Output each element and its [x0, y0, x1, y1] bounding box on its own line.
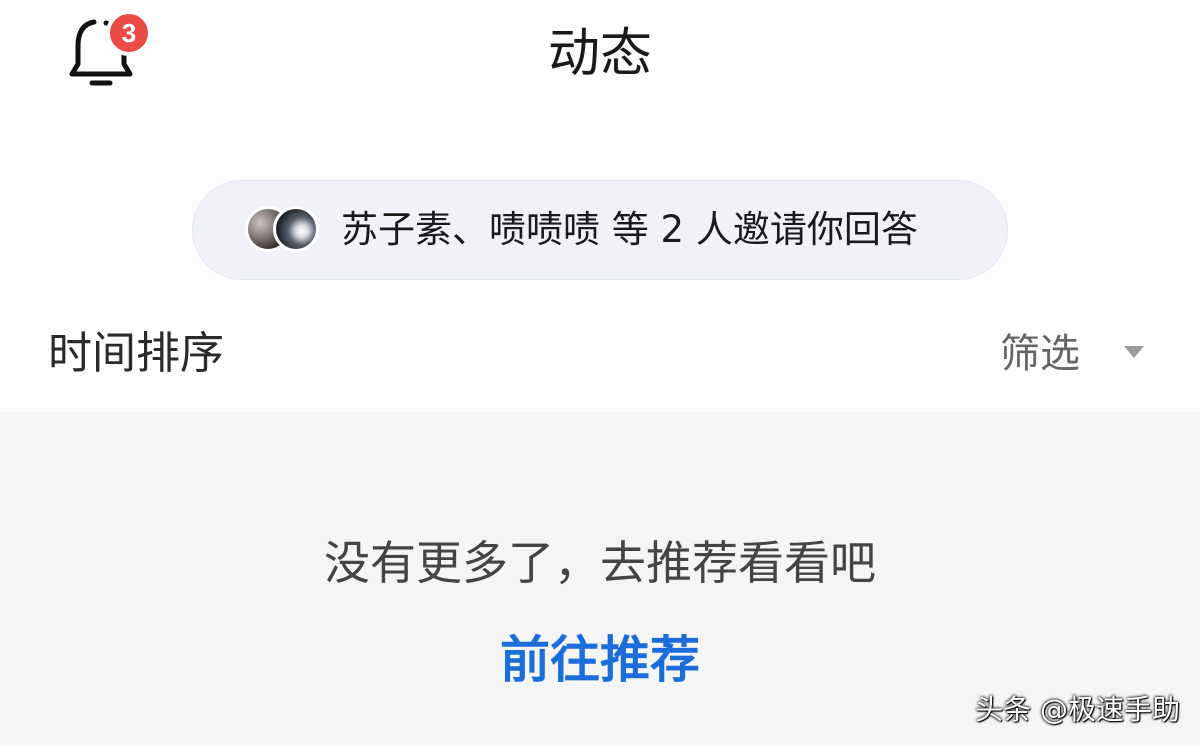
go-recommend-link[interactable]: 前往推荐: [0, 628, 1200, 692]
avatar: [273, 206, 319, 252]
watermark: 头条 @极速手助: [975, 693, 1180, 726]
filter-label: 筛选: [1000, 331, 1080, 377]
header-area: 3 动态 苏子素、啧啧啧 等 2 人邀请你回答 时间排序 筛选: [0, 0, 1200, 412]
page-title: 动态: [547, 24, 652, 84]
invite-text: 苏子素、啧啧啧 等 2 人邀请你回答: [341, 208, 918, 251]
filter-button[interactable]: 筛选: [1000, 326, 1144, 384]
sort-label[interactable]: 时间排序: [48, 324, 224, 384]
empty-state-message: 没有更多了，去推荐看看吧: [324, 536, 876, 590]
invite-banner[interactable]: 苏子素、啧啧啧 等 2 人邀请你回答: [192, 180, 1008, 280]
caret-down-icon: [1124, 346, 1144, 358]
